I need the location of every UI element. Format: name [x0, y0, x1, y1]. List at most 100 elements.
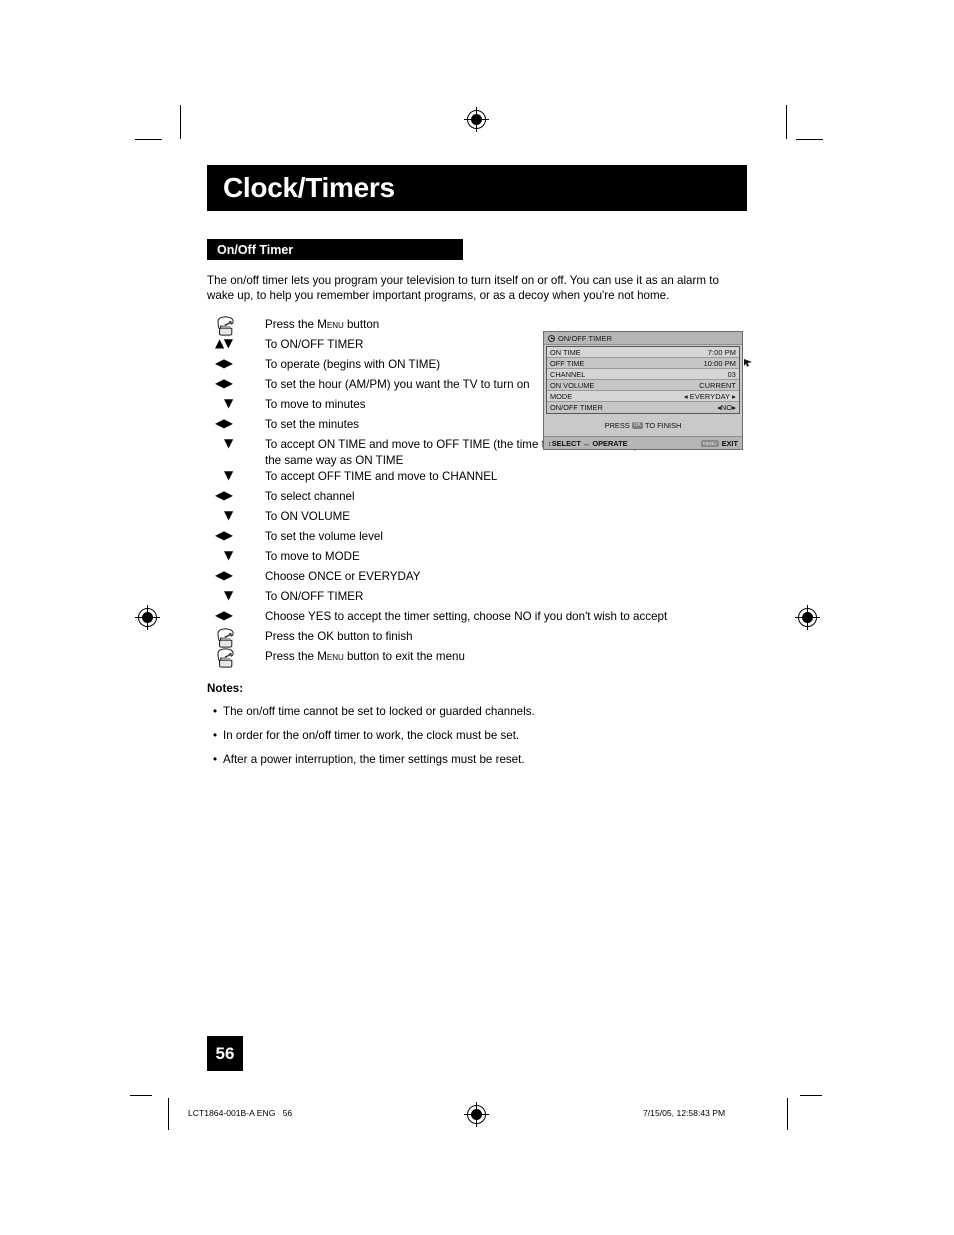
bullet-icon: • [212, 704, 218, 718]
chapter-title-bar: Clock/Timers [207, 165, 747, 211]
left-right-arrow-icon: ◀▶ [215, 567, 233, 582]
step-text: To ON/OFF TIMER [265, 338, 364, 352]
down-arrow-icon: ▼ [224, 436, 233, 451]
step-text: Choose YES to accept the timer setting, … [265, 609, 668, 623]
osd-setting-label: ON VOLUME [550, 380, 595, 390]
step-icon-cell [207, 628, 265, 648]
note-text: The on/off time cannot be set to locked … [223, 704, 535, 718]
down-arrow-icon: ▼ [224, 587, 233, 602]
step-icon-cell: ▼ [207, 468, 265, 482]
step-text: To set the minutes [265, 418, 360, 432]
step-icon-cell: ▲▼ [207, 336, 265, 350]
osd-setting-value[interactable]: CURRENT [699, 381, 736, 390]
osd-finish-hint: PRESS OK TO FINISH [544, 414, 742, 436]
osd-setting-row[interactable]: ON TIME 7:00 PM [547, 347, 739, 358]
crop-mark-top-right-horizontal [796, 139, 823, 140]
note-item: • In order for the on/off timer to work, … [207, 728, 747, 743]
osd-setting-value[interactable]: 10:00 PM [704, 359, 736, 368]
instruction-step: ▼ To accept OFF TIME and move to CHANNEL [207, 468, 747, 488]
step-icon-cell [207, 316, 265, 336]
bullet-icon: • [212, 752, 218, 766]
registration-mark-center [471, 114, 482, 125]
osd-menu-panel: ON/OFF TIMER ON TIME 7:00 PM OFF TIME 10:00… [543, 331, 752, 450]
osd-setting-row[interactable]: CHANNEL 03 [547, 369, 739, 380]
left-right-arrow-icon: ◀▶ [215, 356, 233, 371]
osd-bottom-left-hint: ↕SELECT ↔ OPERATE [548, 438, 628, 448]
osd-bottom-bar: ↕SELECT ↔ OPERATE MENU EXIT [544, 436, 742, 449]
step-icon-cell: ▼ [207, 436, 265, 450]
osd-title-label: ON/OFF TIMER [558, 333, 613, 343]
step-icon-cell: ◀▶ [207, 416, 265, 430]
instruction-step: Press the OK button to finish [207, 628, 747, 648]
step-text: Choose ONCE or EVERYDAY [265, 569, 421, 583]
osd-setting-row[interactable]: ON VOLUME CURRENT [547, 380, 739, 391]
instruction-step: ◀▶ To select channel [207, 488, 747, 508]
notes-list: • The on/off time cannot be set to locked… [207, 704, 747, 767]
clock-icon [548, 334, 555, 342]
step-icon-cell: ◀▶ [207, 356, 265, 370]
step-icon-cell: ◀▶ [207, 608, 265, 622]
down-arrow-icon: ▼ [224, 507, 233, 522]
up-down-arrow-icon: ▲▼ [215, 336, 233, 351]
step-text: To ON/OFF TIMER [265, 589, 364, 603]
footer-document-id: LCT1864-001B-A ENG 56 [188, 1108, 293, 1118]
hand-press-icon [217, 648, 234, 668]
osd-setting-label: OFF TIME [550, 358, 585, 368]
step-text: Press the Menu button [265, 318, 380, 332]
osd-setting-value[interactable]: ◂ EVERYDAY ▸ [684, 392, 736, 401]
footer-timestamp: 7/15/05, 12:58:43 PM [643, 1108, 726, 1118]
step-text: To set the hour (AM/PM) you want the TV … [265, 378, 530, 392]
osd-finish-post: TO FINISH [644, 420, 682, 430]
registration-mark-center [802, 612, 813, 623]
instruction-step: ▼ To ON/OFF TIMER [207, 588, 747, 608]
instruction-step: ▼ To ON VOLUME [207, 508, 747, 528]
crop-mark-top-left-horizontal [135, 139, 162, 140]
osd-setting-label: MODE [550, 391, 573, 401]
instruction-step: ◀▶ To set the volume level [207, 528, 747, 548]
step-text: Press the OK button to finish [265, 629, 413, 643]
instruction-step: ◀▶ Choose YES to accept the timer setting… [207, 608, 747, 628]
osd-setting-value[interactable]: ◂NO▸ [717, 403, 736, 412]
step-text: To accept OFF TIME and move to CHANNEL [265, 469, 498, 483]
step-text: To ON VOLUME [265, 509, 351, 523]
left-right-arrow-icon: ◀▶ [215, 607, 233, 622]
step-icon-cell: ▼ [207, 588, 265, 602]
step-icon-cell: ▼ [207, 508, 265, 522]
step-icon-cell: ◀▶ [207, 568, 265, 582]
left-right-arrow-icon: ◀▶ [215, 376, 233, 391]
step-icon-cell: ▼ [207, 548, 265, 562]
crop-mark-top-right-vertical [786, 105, 787, 139]
step-text: To move to MODE [265, 549, 360, 563]
osd-bottom-right-hint: MENU EXIT [701, 439, 738, 448]
step-text: To move to minutes [265, 398, 366, 412]
osd-finish-pre: PRESS [604, 420, 630, 430]
page-content: Clock/Timers On/Off Timer The on/off tim… [207, 165, 747, 767]
osd-setting-row[interactable]: OFF TIME 10:00 PM [547, 358, 739, 369]
down-arrow-icon: ▼ [224, 547, 233, 562]
registration-mark-right [795, 605, 820, 630]
step-text: To select channel [265, 489, 355, 503]
instruction-step: ▼ To move to MODE [207, 548, 747, 568]
osd-title-bar: ON/OFF TIMER [544, 332, 742, 345]
page-number-badge: 56 [207, 1036, 243, 1071]
osd-setting-value[interactable]: 7:00 PM [708, 348, 736, 357]
down-arrow-icon: ▼ [224, 467, 233, 482]
registration-mark-left [135, 605, 160, 630]
step-icon-cell: ◀▶ [207, 488, 265, 502]
ok-button-glyph: OK [631, 421, 643, 429]
osd-setting-row[interactable]: ON/OFF TIMER ◂NO▸ [547, 402, 739, 413]
menu-keyword: Menu [317, 318, 344, 332]
instruction-step: Press the Menu button to exit the menu [207, 648, 747, 668]
osd-setting-row[interactable]: MODE ◂ EVERYDAY ▸ [547, 391, 739, 402]
crop-mark-bottom-right-vertical [787, 1098, 789, 1130]
registration-mark-center [142, 612, 153, 623]
notes-heading: Notes: [207, 681, 244, 695]
osd-setting-value[interactable]: 03 [728, 370, 736, 379]
osd-settings-rows: ON TIME 7:00 PM OFF TIME 10:00 PM CHANNEL 03 O… [546, 346, 740, 414]
step-icon-cell: ◀▶ [207, 376, 265, 390]
left-right-arrow-icon: ◀▶ [215, 527, 233, 542]
instruction-step: ◀▶ Choose ONCE or EVERYDAY [207, 568, 747, 588]
intro-paragraph: The on/off timer lets you program your t… [207, 274, 719, 303]
menu-keyword: Menu [317, 649, 344, 663]
osd-exit-label: EXIT [721, 438, 738, 448]
